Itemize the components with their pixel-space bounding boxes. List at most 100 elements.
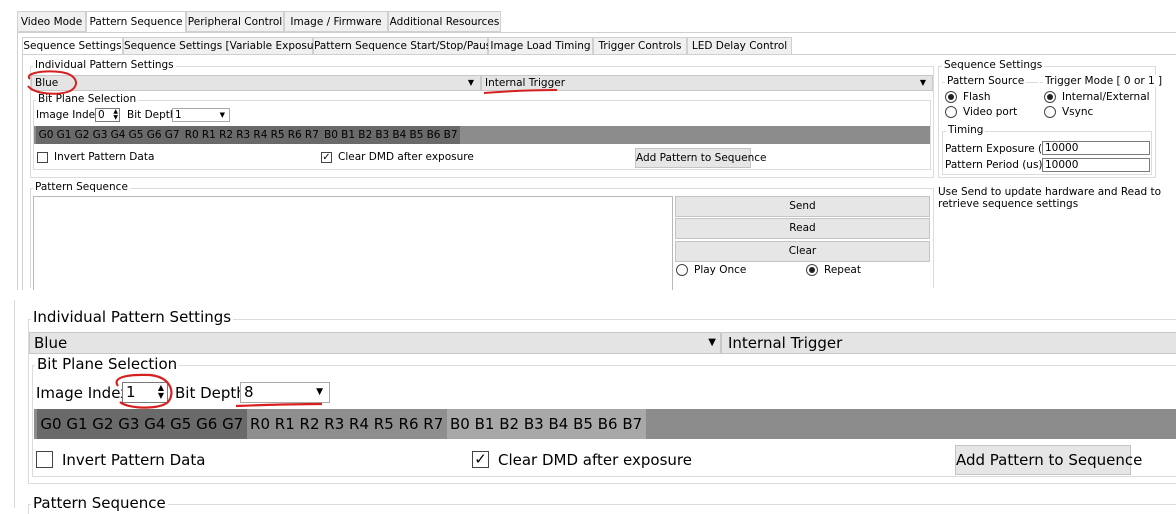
bit-plane-b1[interactable]: B1 (472, 415, 497, 433)
tab-trigger-controls[interactable]: Trigger Controls (593, 37, 687, 55)
bit-plane-b4[interactable]: B4 (391, 129, 408, 141)
bit-plane-b3[interactable]: B3 (374, 129, 391, 141)
bit-plane-g6[interactable]: G6 (194, 415, 220, 433)
vsync-radio[interactable] (1044, 106, 1056, 118)
zoom-bit-plane-bar[interactable]: G0 G1 G2 G3 G4 G5 G6 G7 R0 R1 R2 R3 R4 R5 R6 R7 B0 B1 B2 B3… (34, 409, 1176, 439)
bit-plane-g1[interactable]: G1 (64, 415, 90, 433)
bit-plane-b0[interactable]: B0 (323, 129, 340, 141)
bit-plane-b7[interactable]: B7 (442, 129, 459, 141)
bit-group-blue: B0 B1 B2 B3 B4 B5 B6 B7 (321, 126, 461, 144)
tab-sequence-settings[interactable]: Sequence Settings (22, 37, 123, 55)
tab-peripheral-control[interactable]: Peripheral Control (186, 11, 284, 32)
trigger-select[interactable]: Internal Trigger ▼ (481, 75, 933, 91)
zoom-invert-pattern-label: Invert Pattern Data (62, 451, 206, 469)
flash-radio[interactable] (945, 91, 957, 103)
invert-pattern-checkbox[interactable] (37, 152, 48, 163)
bit-plane-r5[interactable]: R5 (269, 129, 286, 141)
read-button[interactable]: Read (675, 218, 930, 239)
bit-plane-g2[interactable]: G2 (73, 129, 91, 141)
bit-plane-r3[interactable]: R3 (235, 129, 252, 141)
tab-additional-resources[interactable]: Additional Resources (388, 11, 501, 32)
chevron-down-icon: ▼ (708, 337, 716, 348)
zoom-color-select-value: Blue (34, 334, 68, 352)
zoom-bit-depth-select[interactable]: 8 ▼ (240, 382, 330, 403)
bit-plane-g3[interactable]: G3 (116, 415, 142, 433)
clear-dmd-checkbox[interactable]: ✓ (321, 152, 332, 163)
bit-plane-bar[interactable]: G0 G1 G2 G3 G4 G5 G6 G7 R0 R1 R2 R3 R4 R5 R6 R7 B0 B1 B2 B3… (34, 126, 930, 144)
zoom-bit-depth-label: Bit Depth (175, 384, 246, 402)
bit-plane-g0[interactable]: G0 (38, 415, 64, 433)
bit-plane-r1[interactable]: R1 (200, 129, 217, 141)
bit-plane-b7[interactable]: B7 (620, 415, 645, 433)
zoom-color-select[interactable]: Blue ▼ (29, 332, 721, 354)
bit-plane-r7[interactable]: R7 (303, 129, 320, 141)
tab-sequence-settings-variable-exposure[interactable]: Sequence Settings [Variable Exposure] (123, 37, 328, 55)
bit-plane-b5[interactable]: B5 (408, 129, 425, 141)
zoom-add-pattern-button[interactable]: Add Pattern to Sequence (955, 445, 1142, 475)
play-once-radio[interactable] (676, 264, 688, 276)
zoom-image-index-spinner[interactable]: 1 ▲ ▼ (122, 382, 168, 403)
bit-plane-r4[interactable]: R4 (252, 129, 269, 141)
clear-button[interactable]: Clear (675, 241, 930, 262)
bit-plane-g7[interactable]: G7 (220, 415, 246, 433)
internal-external-radio[interactable] (1044, 91, 1056, 103)
repeat-radio[interactable] (806, 264, 818, 276)
bit-plane-r0[interactable]: R0 (248, 415, 273, 433)
bit-plane-g1[interactable]: G1 (55, 129, 73, 141)
bit-plane-g2[interactable]: G2 (90, 415, 116, 433)
zoom-invert-pattern-checkbox[interactable] (36, 451, 53, 468)
bit-plane-b1[interactable]: B1 (340, 129, 357, 141)
video-port-radio[interactable] (945, 106, 957, 118)
zoom-clear-dmd-checkbox[interactable]: ✓ (472, 451, 489, 468)
pattern-sequence-list[interactable] (33, 196, 673, 290)
bit-plane-b4[interactable]: B4 (546, 415, 571, 433)
bit-plane-g3[interactable]: G3 (91, 129, 109, 141)
bit-plane-r5[interactable]: R5 (371, 415, 396, 433)
bit-plane-b0[interactable]: B0 (448, 415, 473, 433)
tab-video-mode[interactable]: Video Mode (17, 11, 86, 32)
flash-label: Flash (963, 91, 991, 103)
bit-plane-r2[interactable]: R2 (217, 129, 234, 141)
bit-plane-g4[interactable]: G4 (109, 129, 127, 141)
spin-arrows-icon[interactable]: ▲ ▼ (113, 109, 118, 121)
bit-group-red: R0 R1 R2 R3 R4 R5 R6 R7 (182, 126, 322, 144)
tab-led-delay-control[interactable]: LED Delay Control (687, 37, 792, 55)
bit-plane-r1[interactable]: R1 (272, 415, 297, 433)
tab-start-stop-pause[interactable]: Pattern Sequence Start/Stop/Pause (313, 37, 498, 55)
bit-plane-b6[interactable]: B6 (425, 129, 442, 141)
zoom-trigger-select[interactable]: Internal Trigger (721, 332, 1176, 354)
sequence-settings-title: Sequence Settings (942, 59, 1045, 71)
bit-plane-b6[interactable]: B6 (595, 415, 620, 433)
image-index-spinner[interactable]: 0 ▲ ▼ (95, 108, 120, 122)
tab-image-load-timing[interactable]: Image Load Timing (488, 37, 593, 55)
bit-plane-r7[interactable]: R7 (421, 415, 446, 433)
bit-plane-r0[interactable]: R0 (183, 129, 200, 141)
bit-depth-select[interactable]: 1 ▼ (172, 108, 230, 122)
bit-plane-b2[interactable]: B2 (357, 129, 374, 141)
tab-image-firmware[interactable]: Image / Firmware (284, 11, 388, 32)
bit-plane-g4[interactable]: G4 (142, 415, 168, 433)
add-pattern-button[interactable]: Add Pattern to Sequence (635, 148, 766, 168)
bit-plane-b5[interactable]: B5 (571, 415, 596, 433)
bit-plane-r4[interactable]: R4 (347, 415, 372, 433)
zoom-bit-depth-value: 8 (244, 383, 254, 401)
send-button[interactable]: Send (675, 196, 930, 217)
bit-plane-b2[interactable]: B2 (497, 415, 522, 433)
bit-plane-r3[interactable]: R3 (322, 415, 347, 433)
zoom-clear-dmd-label: Clear DMD after exposure (498, 451, 692, 469)
bit-plane-b3[interactable]: B3 (522, 415, 547, 433)
bit-plane-r6[interactable]: R6 (286, 129, 303, 141)
period-input[interactable]: 10000 (1042, 158, 1150, 172)
bit-plane-g6[interactable]: G6 (145, 129, 163, 141)
bit-plane-r2[interactable]: R2 (297, 415, 322, 433)
bit-plane-g5[interactable]: G5 (127, 129, 145, 141)
bit-plane-r6[interactable]: R6 (396, 415, 421, 433)
bit-plane-g7[interactable]: G7 (163, 129, 181, 141)
spin-arrows-icon[interactable]: ▲ ▼ (158, 384, 164, 400)
bit-plane-g0[interactable]: G0 (37, 129, 55, 141)
exposure-input[interactable]: 10000 (1042, 141, 1150, 155)
tab-pattern-sequence[interactable]: Pattern Sequence (86, 11, 186, 33)
color-select[interactable]: Blue ▼ (31, 75, 481, 91)
zoom-bit-plane-selection-title: Bit Plane Selection (35, 355, 180, 373)
bit-plane-g5[interactable]: G5 (168, 415, 194, 433)
